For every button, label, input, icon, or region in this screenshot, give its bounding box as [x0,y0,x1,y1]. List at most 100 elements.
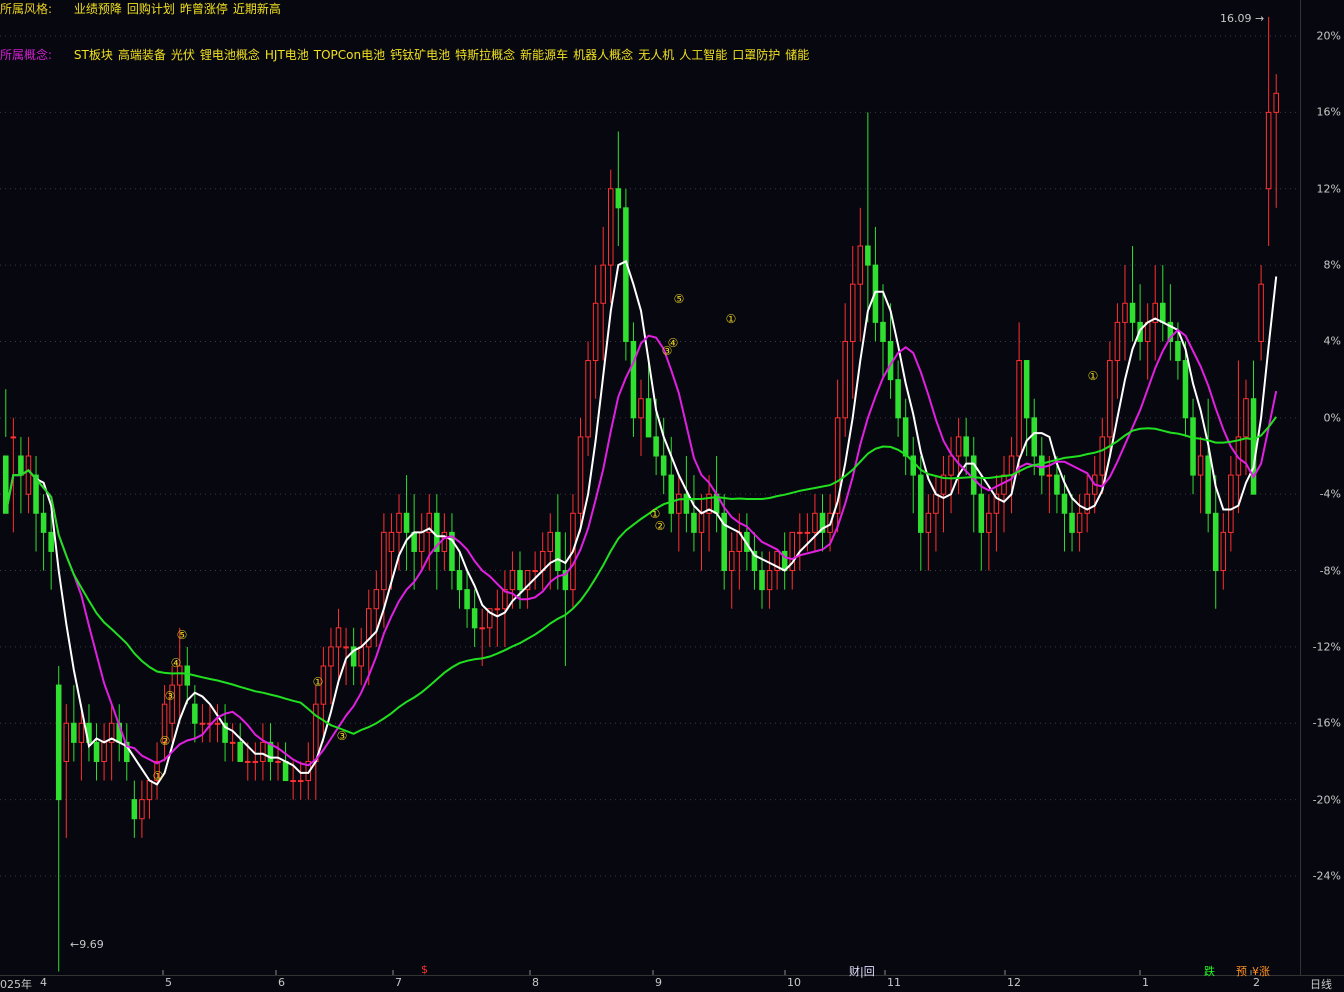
candle [676,475,682,552]
candle-body [933,493,939,514]
wave-label: ④ [668,336,679,350]
candle-body [199,722,206,725]
candle-body [1122,302,1128,323]
concept-tag[interactable]: ST板块 [74,48,113,62]
style-tag[interactable]: 回购计划 [127,2,175,16]
concept-tag[interactable]: 机器人概念 [573,48,633,62]
low-value: 9.69 [79,938,104,951]
candle-body [698,512,705,533]
concept-tag[interactable]: 口罩防护 [732,48,780,62]
concept-tag[interactable]: 无人机 [638,48,674,62]
candle-body [63,722,70,762]
candle-body [55,684,62,801]
concept-tag[interactable]: 锂电池概念 [200,48,260,62]
concept-tag[interactable]: HJT电池 [265,48,309,62]
candle-body [396,512,402,533]
concept-tag[interactable]: 钙钛矿电池 [390,48,450,62]
candle [970,436,977,533]
candle-body [963,436,969,457]
candle-body [857,245,864,285]
candle-body [1273,92,1279,113]
candle [124,723,130,781]
y-tick-label: -24% [1312,869,1341,883]
concept-label: 所属概念: [0,48,53,62]
candle [986,494,992,571]
candle-body [328,646,334,667]
candle [486,608,493,647]
x-tick-label: 11 [887,976,901,989]
candle [895,360,901,437]
candle-body [71,722,77,743]
y-tick-label: -8% [1319,564,1341,578]
style-tag[interactable]: 业绩预降 [74,2,122,16]
event-marker[interactable]: 财|回 [848,963,876,979]
candle [297,761,304,800]
candle-body [592,302,599,362]
event-marker[interactable]: $ [420,963,429,976]
wave-label: ③ [165,689,176,703]
candle-body [842,340,848,419]
candle-body [297,780,304,783]
candle-body [978,493,985,533]
candle-body [1016,360,1022,457]
candle [865,112,871,323]
candle-body [214,722,221,725]
candle-body [1220,531,1227,572]
candle-body [918,474,924,533]
candle [93,723,100,781]
event-marker[interactable]: 预 [1235,963,1248,979]
concept-tag[interactable]: 特斯拉概念 [455,48,515,62]
candle [698,494,705,571]
candle [902,398,909,476]
wave-label: ① [726,312,737,326]
x-tick-label: 1 [1142,976,1149,989]
concept-tag[interactable]: 储能 [785,48,809,62]
candle [55,666,62,972]
candle [252,742,259,781]
candle-body [955,436,962,457]
wave-label: ① [153,769,164,783]
concept-tags: ST板块 高端装备 光伏 锂电池概念 HJT电池 TOPCon电池 钙钛矿电池 特斯拉概念 新能… [74,48,814,62]
candle-body [902,417,909,457]
style-row: 所属风格: 业绩预降 回购计划 昨曾涨停 近期新高 [0,0,286,17]
candle-body [676,493,682,514]
concept-tag[interactable]: 新能源车 [520,48,568,62]
concept-tag[interactable]: 光伏 [171,48,195,62]
wave-label: ④ [171,656,182,670]
candle-body [1114,321,1121,362]
candle [751,532,758,590]
candle [736,513,743,590]
candle [1243,379,1249,476]
candle [630,322,637,437]
candle [849,246,856,399]
candle-body [418,531,425,552]
wave-label: ② [160,734,171,748]
candle-body [40,512,47,533]
candle [880,284,886,380]
candle [25,436,32,514]
concept-tag[interactable]: 人工智能 [679,48,727,62]
y-tick-label: 4% [1323,334,1341,348]
candle-body [668,474,675,514]
candle [623,188,629,361]
candle [350,627,357,686]
candle [63,704,70,838]
candle-body [10,436,17,439]
candle-body [804,531,811,534]
candle [184,646,191,705]
y-tick-label: 0% [1323,411,1341,425]
candle [176,627,183,724]
concept-tag[interactable]: 高端装备 [118,48,166,62]
candle-body [1099,436,1106,476]
candle [872,226,879,342]
concept-tag[interactable]: TOPCon电池 [314,48,385,62]
candle-body [532,570,538,573]
style-tag[interactable]: 昨曾涨停 [180,2,228,16]
style-tag[interactable]: 近期新高 [233,2,281,16]
candle-body [623,207,629,342]
candle [592,265,599,399]
event-marker[interactable]: 跌 [1203,963,1216,979]
event-marker[interactable]: ¥涨 [1251,963,1271,979]
candle-body [1250,398,1257,495]
candle-body [517,570,523,591]
